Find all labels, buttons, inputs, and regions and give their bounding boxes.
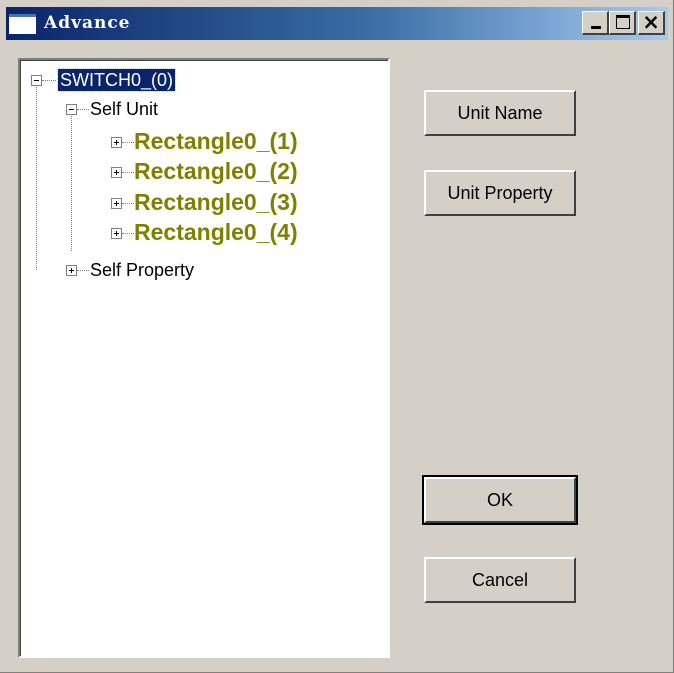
tree-item-rectangle-1[interactable]: Rectangle0_(1) <box>134 127 298 155</box>
tree-connector <box>71 116 72 251</box>
minimize-icon <box>591 26 601 29</box>
collapse-icon[interactable] <box>66 104 77 115</box>
cancel-button[interactable]: Cancel <box>424 557 576 603</box>
expand-icon[interactable] <box>111 198 122 209</box>
expand-icon[interactable] <box>111 228 122 239</box>
tree-connector <box>122 203 134 204</box>
unit-name-button[interactable]: Unit Name <box>424 90 576 136</box>
window-icon <box>9 14 36 34</box>
tree-connector <box>77 109 89 110</box>
collapse-icon[interactable] <box>31 75 42 86</box>
expand-icon[interactable] <box>111 137 122 148</box>
window-title: Advance <box>44 13 131 33</box>
tree-connector <box>122 142 134 143</box>
tree-item-rectangle-4[interactable]: Rectangle0_(4) <box>134 218 298 246</box>
unit-property-button[interactable]: Unit Property <box>424 170 576 216</box>
expand-icon[interactable] <box>66 265 77 276</box>
ok-button[interactable]: OK <box>422 475 578 525</box>
expand-icon[interactable] <box>111 167 122 178</box>
maximize-button[interactable] <box>609 11 636 35</box>
tree-connector <box>42 80 56 81</box>
tree-item-self-property[interactable]: Self Property <box>90 259 194 281</box>
title-bar[interactable]: Advance × <box>6 7 668 40</box>
maximize-icon <box>616 15 630 29</box>
tree-item-rectangle-2[interactable]: Rectangle0_(2) <box>134 157 298 185</box>
tree-item-rectangle-3[interactable]: Rectangle0_(3) <box>134 188 298 216</box>
tree-root-switch[interactable]: SWITCH0_(0) <box>56 68 177 92</box>
unit-tree-view[interactable]: SWITCH0_(0) Self Unit Rectangle0_(1) Rec… <box>18 58 390 658</box>
tree-item-self-unit[interactable]: Self Unit <box>90 98 158 120</box>
minimize-button[interactable] <box>582 11 609 35</box>
advance-dialog: Advance × SWITCH0_(0) Self Unit Rectangl… <box>0 0 674 673</box>
tree-connector <box>122 233 134 234</box>
tree-connector <box>36 80 37 270</box>
tree-connector <box>122 172 134 173</box>
close-icon: × <box>642 10 660 34</box>
tree-connector <box>77 270 89 271</box>
close-button[interactable]: × <box>638 10 665 35</box>
